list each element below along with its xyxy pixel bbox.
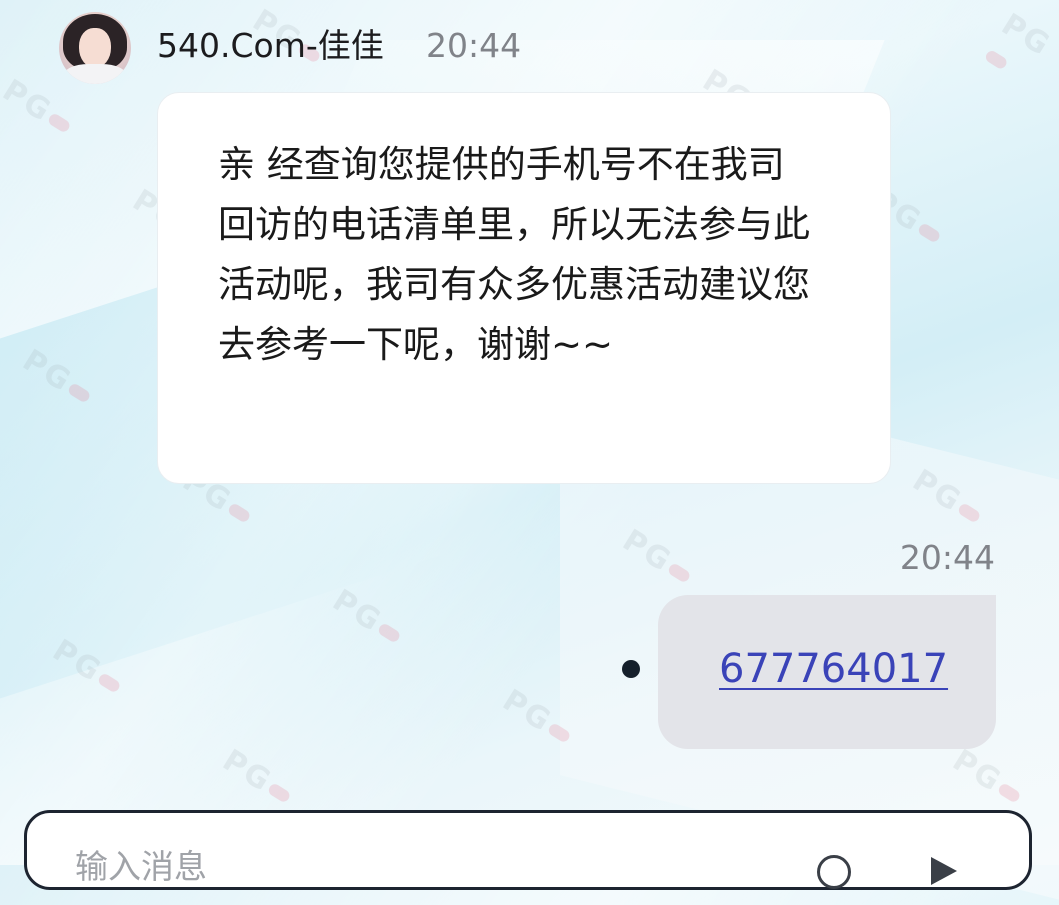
watermark-text: PG (216, 742, 278, 800)
incoming-message-bubble[interactable]: 亲 经查询您提供的手机号不在我司回访的电话清单里，所以无法参与此活动呢，我司有众… (157, 92, 891, 484)
watermark-text: PG (616, 522, 678, 580)
avatar-face (79, 28, 111, 68)
watermark: PG (946, 743, 1028, 812)
sender-avatar[interactable] (59, 12, 131, 84)
watermark-text: PG (0, 72, 58, 130)
watermark: PG (616, 523, 698, 592)
watermark: PG (906, 463, 988, 532)
outgoing-message-timestamp: 20:44 (899, 538, 995, 577)
watermark-text: PG (946, 742, 1008, 800)
message-status-dot-icon (622, 660, 640, 678)
send-icon[interactable] (931, 857, 957, 885)
incoming-message-text: 亲 经查询您提供的手机号不在我司回访的电话清单里，所以无法参与此活动呢，我司有众… (218, 143, 810, 366)
watermark: PG (977, 7, 1059, 103)
message-timestamp: 20:44 (426, 26, 522, 65)
watermark: PG (496, 683, 578, 752)
watermark-text: PG (496, 682, 558, 740)
watermark-text: PG (995, 7, 1057, 64)
sender-name: 540.Com-佳佳 (157, 26, 384, 65)
message-input-container (24, 810, 1032, 890)
watermark-text: PG (326, 582, 388, 640)
watermark: PG (16, 343, 98, 412)
watermark-text: PG (16, 342, 78, 400)
watermark: PG (46, 633, 128, 702)
outgoing-message-bubble[interactable]: 677764017 (658, 595, 996, 749)
watermark: PG (326, 583, 408, 652)
outgoing-message-link[interactable]: 677764017 (719, 643, 948, 695)
watermark: PG (216, 743, 298, 812)
emoji-icon[interactable] (817, 855, 851, 889)
watermark-text: PG (906, 462, 968, 520)
avatar-shoulders (63, 64, 127, 84)
message-input[interactable] (73, 843, 777, 889)
watermark-text: PG (46, 632, 108, 690)
